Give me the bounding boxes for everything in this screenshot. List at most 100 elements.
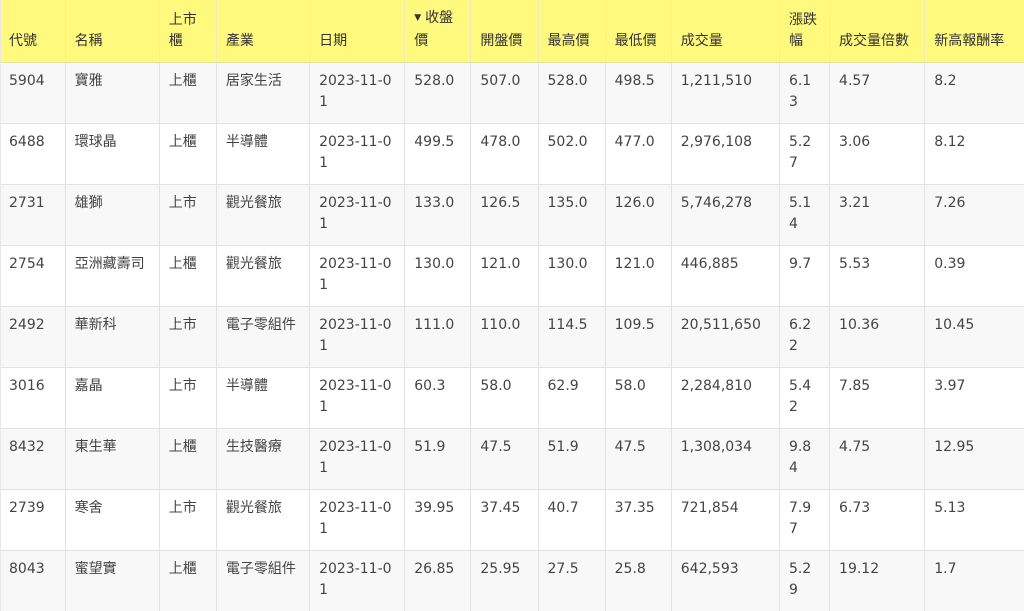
cell-volume: 2,976,108 — [670, 123, 780, 185]
column-header-code[interactable]: 代號 — [0, 0, 66, 63]
cell-market: 上市 — [158, 367, 217, 429]
cell-market: 上櫃 — [158, 245, 217, 307]
table-header: 代號 名稱 上市櫃 產業 日期 ▼ 收盤價 開盤價 最高價 最低價 成交量 漲跌幅成交量倍數 新高報酬率 — [0, 0, 1024, 63]
cell-industry: 觀光餐旅 — [215, 245, 310, 307]
column-header-label: 最低價 — [614, 33, 657, 49]
cell-name: 蜜望實 — [64, 550, 160, 611]
column-header-high[interactable]: 最高價 — [537, 0, 606, 63]
column-header-new_high_return[interactable]: 新高報酬率 — [924, 0, 1024, 63]
column-header-inner: 成交量倍數 — [839, 31, 915, 62]
cell-industry: 生技醫療 — [215, 428, 310, 490]
cell-volume: 20,511,650 — [670, 306, 780, 368]
header-row: 代號 名稱 上市櫃 產業 日期 ▼ 收盤價 開盤價 最高價 最低價 成交量 漲跌幅成交量倍數 新高報酬率 — [0, 0, 1024, 63]
table-row[interactable]: 8432 東生華 上櫃 生技醫療 2023-11-01 51.9 47.5 51.9 47.5 1… — [0, 428, 1024, 490]
cell-change_pct: 6.13 — [778, 62, 830, 124]
cell-low: 126.0 — [604, 184, 672, 246]
cell-market: 上櫃 — [158, 123, 217, 185]
cell-date: 2023-11-01 — [309, 367, 405, 429]
cell-change_pct: 5.14 — [778, 184, 830, 246]
table-row[interactable]: 6488 環球晶 上櫃 半導體 2023-11-01 499.5 478.0 502.0 477… — [0, 123, 1024, 185]
cell-close: 111.0 — [404, 306, 471, 368]
table-row[interactable]: 2492 華新科 上市 電子零組件 2023-11-01 111.0 110.0 114.5 1… — [0, 306, 1024, 368]
column-header-inner: 開盤價 — [480, 31, 528, 62]
column-header-label: 最高價 — [547, 33, 590, 49]
cell-high: 135.0 — [537, 184, 606, 246]
cell-date: 2023-11-01 — [309, 428, 405, 490]
column-header-inner: 日期 — [319, 31, 395, 62]
column-header-low[interactable]: 最低價 — [604, 0, 672, 63]
cell-industry: 電子零組件 — [215, 550, 310, 611]
cell-change_pct: 6.22 — [778, 306, 830, 368]
cell-date: 2023-11-01 — [309, 123, 405, 185]
cell-name: 亞洲藏壽司 — [64, 245, 160, 307]
cell-volume_ratio: 3.06 — [829, 123, 925, 185]
cell-date: 2023-11-01 — [309, 489, 405, 551]
column-header-label: 漲跌幅 — [788, 12, 817, 49]
column-header-volume_ratio[interactable]: 成交量倍數 — [829, 0, 925, 63]
cell-date: 2023-11-01 — [309, 184, 405, 246]
cell-low: 498.5 — [604, 62, 672, 124]
cell-name: 華新科 — [64, 306, 160, 368]
cell-new_high_return: 10.45 — [924, 306, 1024, 368]
cell-open: 37.45 — [470, 489, 538, 551]
column-header-volume[interactable]: 成交量 — [670, 0, 780, 63]
cell-industry: 居家生活 — [215, 62, 310, 124]
table-row[interactable]: 2731 雄獅 上市 觀光餐旅 2023-11-01 133.0 126.5 135.0 126… — [0, 184, 1024, 246]
column-header-industry[interactable]: 產業 — [215, 0, 310, 63]
cell-volume_ratio: 19.12 — [829, 550, 925, 611]
cell-market: 上櫃 — [158, 550, 217, 611]
column-header-label: 成交量倍數 — [839, 33, 910, 49]
column-header-inner: 最低價 — [615, 31, 662, 62]
cell-volume_ratio: 3.21 — [829, 184, 925, 246]
cell-new_high_return: 3.97 — [924, 367, 1024, 429]
cell-volume_ratio: 6.73 — [829, 489, 925, 551]
cell-volume: 5,746,278 — [670, 184, 780, 246]
table-row[interactable]: 2739 寒舍 上市 觀光餐旅 2023-11-01 39.95 37.45 40.7 37.3… — [0, 489, 1024, 551]
column-header-label: 開盤價 — [480, 33, 523, 49]
cell-industry: 電子零組件 — [215, 306, 310, 368]
cell-code: 8432 — [0, 428, 66, 490]
column-header-inner: 產業 — [226, 31, 300, 62]
cell-open: 58.0 — [470, 367, 538, 429]
cell-name: 東生華 — [64, 428, 160, 490]
column-header-open[interactable]: 開盤價 — [470, 0, 538, 63]
cell-close: 60.3 — [404, 367, 471, 429]
cell-low: 477.0 — [604, 123, 672, 185]
cell-close: 528.0 — [404, 62, 471, 124]
column-header-change_pct[interactable]: 漲跌幅 — [778, 0, 830, 63]
column-header-label: 上市櫃 — [168, 12, 197, 49]
column-header-date[interactable]: 日期 — [309, 0, 405, 63]
cell-close: 51.9 — [404, 428, 471, 490]
cell-high: 130.0 — [537, 245, 606, 307]
cell-code: 2739 — [0, 489, 66, 551]
column-header-inner: 最高價 — [548, 31, 596, 62]
cell-high: 528.0 — [537, 62, 606, 124]
table-left-edge — [0, 0, 1, 611]
table-row[interactable]: 5904 寶雅 上櫃 居家生活 2023-11-01 528.0 507.0 528.0 498… — [0, 62, 1024, 124]
cell-name: 環球晶 — [64, 123, 160, 185]
cell-name: 嘉晶 — [64, 367, 160, 429]
table-row[interactable]: 3016 嘉晶 上市 半導體 2023-11-01 60.3 58.0 62.9 58.0 2,2… — [0, 367, 1024, 429]
cell-close: 26.85 — [404, 550, 471, 611]
cell-change_pct: 9.7 — [778, 245, 830, 307]
column-header-label: 名稱 — [74, 33, 103, 49]
column-header-close[interactable]: ▼ 收盤價 — [404, 0, 471, 63]
column-header-inner: 新高報酬率 — [934, 31, 1015, 62]
table-row[interactable]: 8043 蜜望實 上櫃 電子零組件 2023-11-01 26.85 25.95 27.5 25… — [0, 550, 1024, 611]
cell-new_high_return: 1.7 — [924, 550, 1024, 611]
column-header-inner: 名稱 — [75, 31, 150, 62]
column-header-inner: 上市櫃 — [169, 10, 207, 62]
cell-close: 133.0 — [404, 184, 471, 246]
table-row[interactable]: 2754 亞洲藏壽司 上櫃 觀光餐旅 2023-11-01 130.0 121.0 130.0… — [0, 245, 1024, 307]
column-header-inner: ▼ 收盤價 — [414, 8, 461, 62]
column-header-name[interactable]: 名稱 — [64, 0, 160, 63]
cell-volume: 721,854 — [670, 489, 780, 551]
cell-volume_ratio: 5.53 — [829, 245, 925, 307]
cell-new_high_return: 8.12 — [924, 123, 1024, 185]
cell-new_high_return: 0.39 — [924, 245, 1024, 307]
cell-open: 478.0 — [470, 123, 538, 185]
cell-high: 51.9 — [537, 428, 606, 490]
cell-volume_ratio: 10.36 — [829, 306, 925, 368]
cell-volume: 2,284,810 — [670, 367, 780, 429]
column-header-market[interactable]: 上市櫃 — [158, 0, 217, 63]
